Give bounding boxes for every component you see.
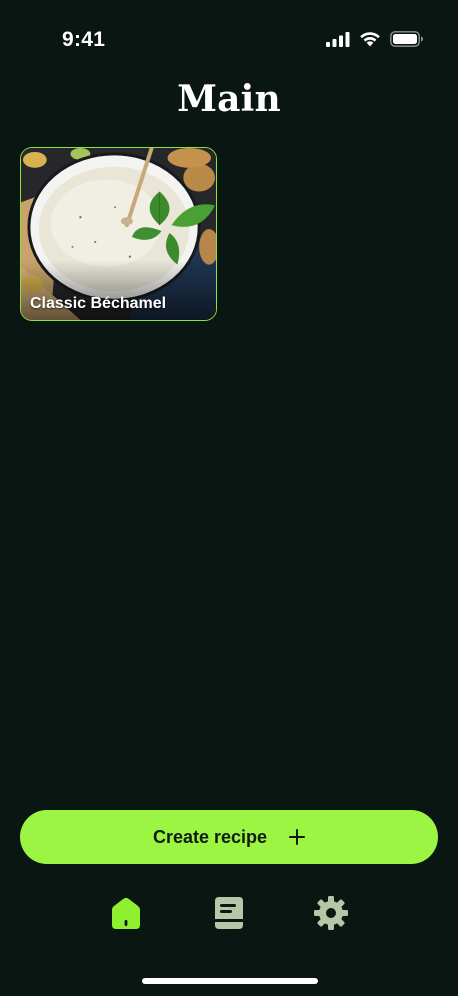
- status-bar: 9:41: [0, 0, 458, 80]
- tab-bar: [0, 893, 458, 937]
- tab-recipes[interactable]: [209, 893, 249, 933]
- recipe-card[interactable]: Classic Béchamel: [20, 147, 217, 321]
- wifi-icon: [359, 31, 381, 52]
- page-title: Main: [177, 78, 281, 120]
- gear-icon: [314, 896, 348, 930]
- home-indicator[interactable]: [142, 978, 318, 984]
- create-recipe-button[interactable]: Create recipe: [20, 810, 438, 864]
- status-time: 9:41: [62, 28, 106, 51]
- plus-icon: [289, 829, 306, 845]
- create-recipe-label: Create recipe: [152, 826, 268, 847]
- tab-home[interactable]: [106, 893, 146, 933]
- battery-icon: [390, 31, 424, 52]
- home-icon: [112, 897, 140, 929]
- recipe-book-icon: [215, 897, 243, 929]
- signal-icon: [326, 31, 350, 52]
- tab-settings[interactable]: [311, 893, 351, 933]
- recipe-card-title: Classic Béchamel: [30, 295, 167, 312]
- status-icons: [326, 31, 424, 52]
